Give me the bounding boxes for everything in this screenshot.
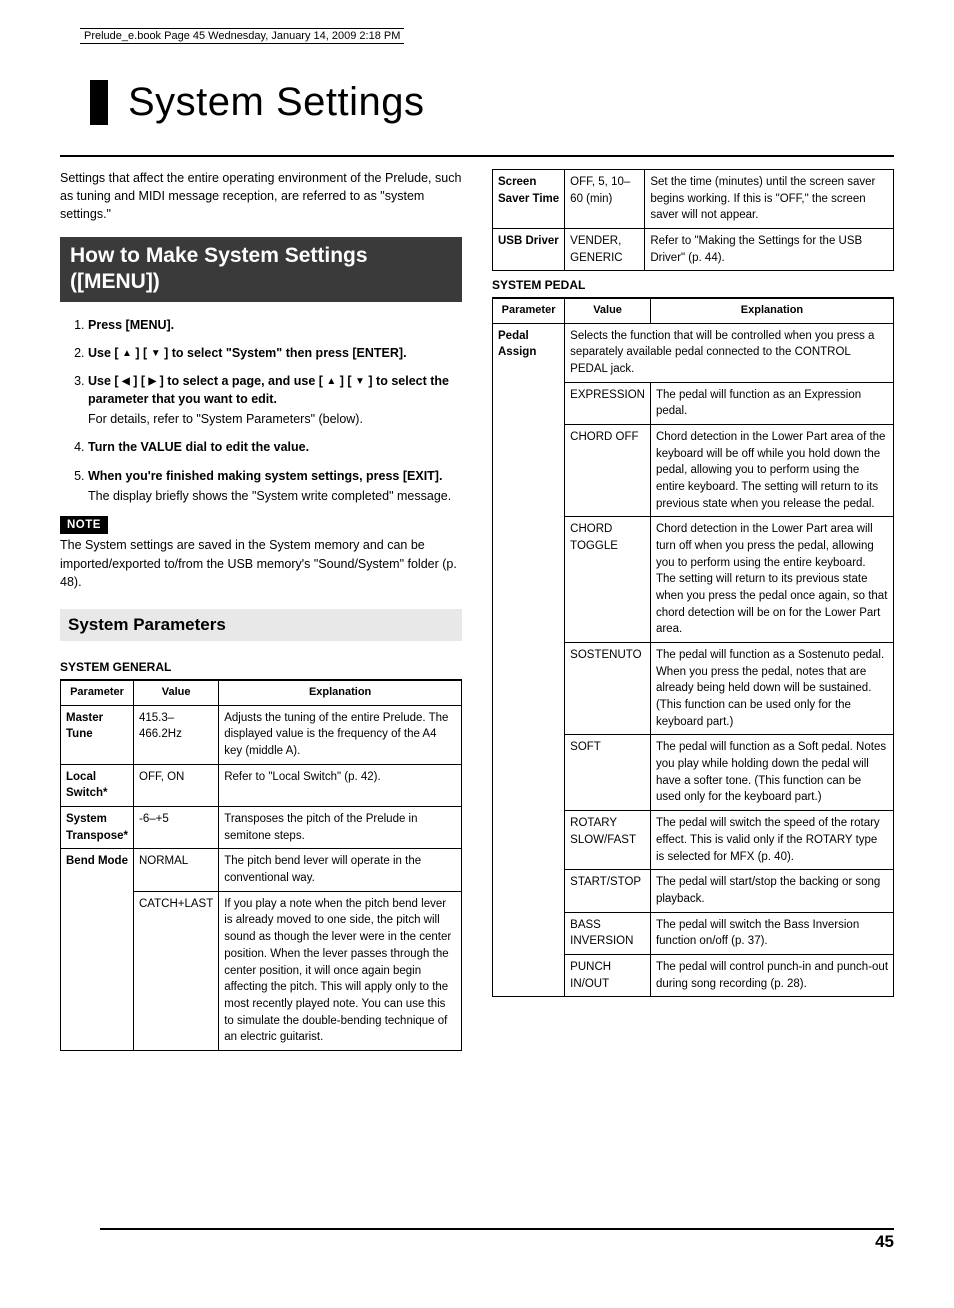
- step-5: When you're finished making system setti…: [88, 467, 462, 505]
- table-row: Pedal Assign Selects the function that w…: [493, 323, 894, 382]
- up-icon: ▲: [326, 375, 336, 390]
- page-title: System Settings: [128, 80, 894, 125]
- table-system-pedal: Parameter Value Explanation Pedal Assign…: [492, 298, 894, 997]
- table-row: USB Driver VENDER, GENERIC Refer to "Mak…: [493, 229, 894, 271]
- col-param: Parameter: [493, 298, 565, 323]
- left-column: Settings that affect the entire operatin…: [60, 169, 462, 1051]
- left-icon: ◀: [122, 375, 130, 390]
- down-icon: ▼: [355, 375, 365, 390]
- table2-title: SYSTEM PEDAL: [492, 277, 894, 297]
- table1-title: SYSTEM GENERAL: [60, 659, 462, 679]
- step-3: Use [ ◀ ] [ ▶ ] to select a page, and us…: [88, 372, 462, 428]
- step-2: Use [ ▲ ] [ ▼ ] to select "System" then …: [88, 344, 462, 362]
- table-system-general: Parameter Value Explanation Master Tune …: [60, 680, 462, 1051]
- col-expl: Explanation: [219, 680, 462, 705]
- table-row: System Transpose* -6–+5 Transposes the p…: [61, 807, 462, 849]
- header-note: Prelude_e.book Page 45 Wednesday, Januar…: [80, 28, 404, 44]
- up-icon: ▲: [122, 347, 132, 362]
- note-block: NOTE The System settings are saved in th…: [60, 515, 462, 591]
- steps-list: Press [MENU]. Use [ ▲ ] [ ▼ ] to select …: [60, 316, 462, 505]
- col-expl: Explanation: [650, 298, 893, 323]
- table-row: Screen Saver Time OFF, 5, 10–60 (min) Se…: [493, 170, 894, 229]
- page: Prelude_e.book Page 45 Wednesday, Januar…: [0, 0, 954, 1308]
- right-column: Screen Saver Time OFF, 5, 10–60 (min) Se…: [492, 169, 894, 1051]
- page-number: 45: [875, 1232, 894, 1252]
- table-row: Bend Mode NORMAL The pitch bend lever wi…: [61, 849, 462, 891]
- table-row: Local Switch* OFF, ON Refer to "Local Sw…: [61, 764, 462, 806]
- note-text: The System settings are saved in the Sys…: [60, 536, 462, 590]
- step-4: Turn the VALUE dial to edit the value.: [88, 438, 462, 456]
- intro-text: Settings that affect the entire operatin…: [60, 169, 462, 223]
- table-row: Master Tune 415.3–466.2Hz Adjusts the tu…: [61, 705, 462, 764]
- title-area: System Settings: [90, 80, 894, 125]
- footer-rule: [100, 1228, 894, 1230]
- content-columns: Settings that affect the entire operatin…: [60, 155, 894, 1051]
- col-value: Value: [565, 298, 651, 323]
- down-icon: ▼: [151, 347, 161, 362]
- subheading: System Parameters: [60, 609, 462, 642]
- note-badge: NOTE: [60, 516, 108, 535]
- step-1: Press [MENU].: [88, 316, 462, 334]
- section-heading: How to Make System Settings ([MENU]): [60, 237, 462, 301]
- col-value: Value: [134, 680, 219, 705]
- col-param: Parameter: [61, 680, 134, 705]
- table-system-general-cont: Screen Saver Time OFF, 5, 10–60 (min) Se…: [492, 169, 894, 271]
